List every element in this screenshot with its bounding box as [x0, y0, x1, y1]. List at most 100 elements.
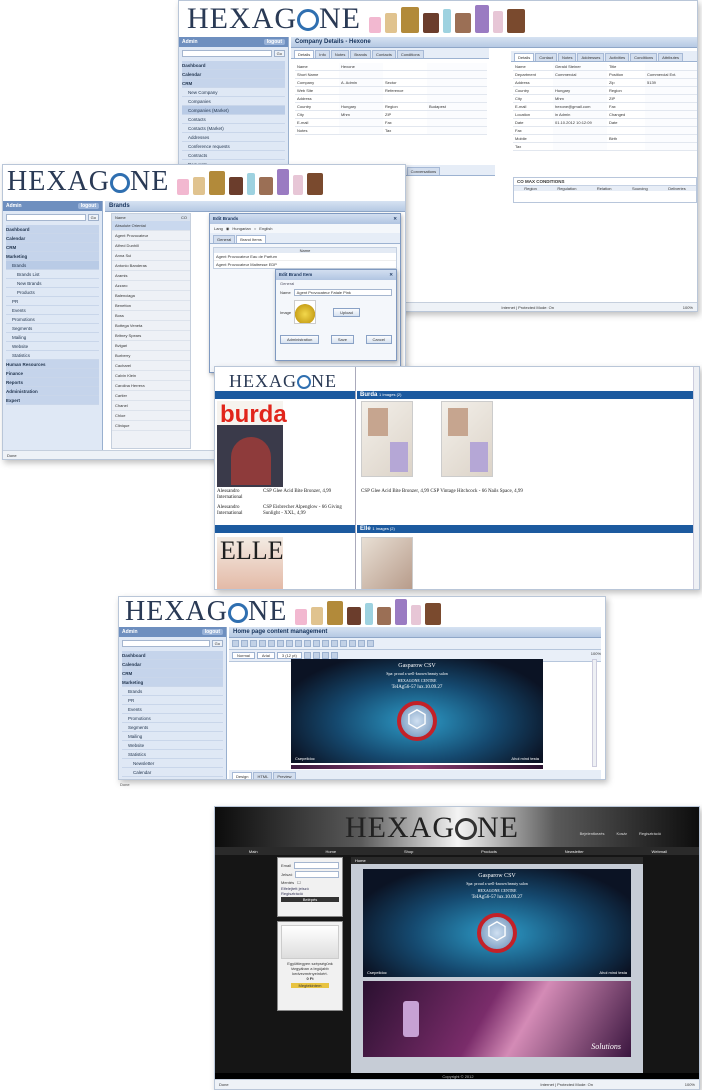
register-link[interactable]: Regisztráció: [639, 831, 661, 836]
list-item[interactable]: Chanel: [112, 401, 190, 411]
table-icon[interactable]: [304, 640, 311, 647]
promo-banner[interactable]: Solutions: [363, 981, 631, 1057]
tab[interactable]: Preview: [273, 772, 296, 779]
nav-item[interactable]: New Brands: [6, 279, 99, 288]
nav-item[interactable]: New Company: [182, 88, 285, 97]
field-value[interactable]: Commercial Ext.: [645, 71, 697, 79]
field-value[interactable]: Mhm: [339, 111, 383, 119]
list-item[interactable]: Balenciaga: [112, 291, 190, 301]
list-item[interactable]: Aramis: [112, 271, 190, 281]
cancel-button[interactable]: Cancel: [365, 335, 392, 344]
tab[interactable]: Brand Items: [236, 235, 266, 243]
list-item[interactable]: Agent Provocateur: [112, 231, 190, 241]
field-value[interactable]: Hungary: [553, 87, 607, 95]
column-header[interactable]: Region: [524, 186, 537, 191]
menu-item[interactable]: Webmail: [652, 849, 668, 854]
nav-item[interactable]: Dashboard: [6, 225, 99, 234]
field-value[interactable]: [427, 63, 487, 71]
field-value[interactable]: [339, 71, 383, 79]
field-value[interactable]: [645, 135, 697, 143]
search-input[interactable]: [6, 214, 86, 221]
save-button[interactable]: Save: [330, 335, 354, 344]
column-header[interactable]: Deliveries: [668, 186, 686, 191]
nav-item[interactable]: Events: [6, 306, 99, 315]
underline-icon[interactable]: [331, 640, 338, 647]
nav-item[interactable]: Mailing: [122, 732, 223, 741]
zoom-level[interactable]: 100%: [685, 1082, 695, 1087]
nav-item[interactable]: CRM: [182, 79, 285, 88]
field-value[interactable]: [427, 119, 487, 127]
list-item[interactable]: Burberry: [112, 351, 190, 361]
nav-item[interactable]: Calendar: [182, 70, 285, 79]
highlight-icon[interactable]: [312, 652, 320, 659]
search-button[interactable]: Go: [211, 640, 223, 647]
field-value[interactable]: Mhm: [553, 95, 607, 103]
remember-checkbox[interactable]: ☐: [297, 880, 301, 885]
field-value[interactable]: hexone@gmail.com: [553, 103, 607, 111]
italic-icon[interactable]: [322, 640, 329, 647]
format-select[interactable]: Normal: [232, 652, 255, 659]
nav-item[interactable]: Website: [122, 741, 223, 750]
menu-item[interactable]: Products: [481, 849, 497, 854]
nav-item[interactable]: Segments: [6, 324, 99, 333]
align-left-icon[interactable]: [340, 640, 347, 647]
field-value[interactable]: [427, 87, 487, 95]
close-icon[interactable]: ✕: [389, 272, 393, 278]
list-item[interactable]: Britney Spears: [112, 331, 190, 341]
field-value[interactable]: [553, 127, 607, 135]
product-image[interactable]: [281, 925, 339, 959]
login-link[interactable]: Bejelentkezés: [580, 831, 605, 836]
nav-item[interactable]: Brands: [6, 261, 99, 270]
nav-item[interactable]: Finance: [6, 369, 99, 378]
indent-icon[interactable]: [321, 652, 329, 659]
field-value[interactable]: [645, 143, 697, 151]
list-item[interactable]: Anna Sui: [112, 251, 190, 261]
email-input[interactable]: [294, 862, 339, 869]
nav-item[interactable]: Conference requests: [182, 142, 285, 151]
save-icon[interactable]: [232, 640, 239, 647]
search-input[interactable]: [182, 50, 272, 57]
list-item[interactable]: Boss: [112, 311, 190, 321]
menu-item[interactable]: Newsletter: [565, 849, 584, 854]
home-banner[interactable]: Gasparow CSV Spa: proud a well-known bea…: [363, 869, 631, 977]
list-icon[interactable]: [367, 640, 374, 647]
align-center-icon[interactable]: [349, 640, 356, 647]
field-value[interactable]: [427, 95, 487, 103]
close-icon[interactable]: ✕: [393, 216, 397, 222]
nav-item[interactable]: Marketing: [122, 678, 223, 687]
nav-item[interactable]: Mailing: [6, 333, 99, 342]
list-item[interactable]: Cartier: [112, 391, 190, 401]
column-header[interactable]: Regulation: [557, 186, 576, 191]
logout-button[interactable]: logout: [77, 203, 99, 209]
nav-item[interactable]: PR: [122, 696, 223, 705]
nav-item[interactable]: Contracts: [182, 151, 285, 160]
field-value[interactable]: [427, 71, 487, 79]
column-header[interactable]: Relation: [597, 186, 612, 191]
press-clipping[interactable]: [441, 401, 493, 477]
logout-button[interactable]: logout: [201, 629, 223, 635]
nav-item[interactable]: Website: [6, 342, 99, 351]
nav-item[interactable]: Events: [122, 705, 223, 714]
list-item[interactable]: Clinique: [112, 421, 190, 431]
tab[interactable]: Attributes: [658, 53, 683, 61]
nav-item[interactable]: PR: [6, 297, 99, 306]
menu-item[interactable]: Main: [249, 849, 258, 854]
radio-hungarian[interactable]: ◉: [226, 226, 230, 231]
field-value[interactable]: A. Admin: [339, 79, 383, 87]
tab[interactable]: Conditions: [396, 50, 424, 58]
nav-item[interactable]: Promotions: [6, 315, 99, 324]
press-clipping[interactable]: [361, 537, 413, 589]
field-value[interactable]: [427, 127, 487, 135]
search-button[interactable]: Go: [87, 214, 99, 221]
field-value[interactable]: [339, 95, 383, 103]
cut-icon[interactable]: [259, 640, 266, 647]
field-value[interactable]: 5139: [645, 79, 697, 87]
field-value[interactable]: Hexone: [339, 63, 383, 71]
list-item[interactable]: Azzaro: [112, 281, 190, 291]
password-input[interactable]: [295, 871, 339, 878]
register-link[interactable]: Regisztráció: [281, 891, 339, 896]
nav-item[interactable]: CRM: [122, 669, 223, 678]
nav-item[interactable]: Promotions: [122, 714, 223, 723]
name-input[interactable]: Agent Provocateur Fatale Pink: [293, 289, 392, 296]
field-value[interactable]: [339, 127, 383, 135]
